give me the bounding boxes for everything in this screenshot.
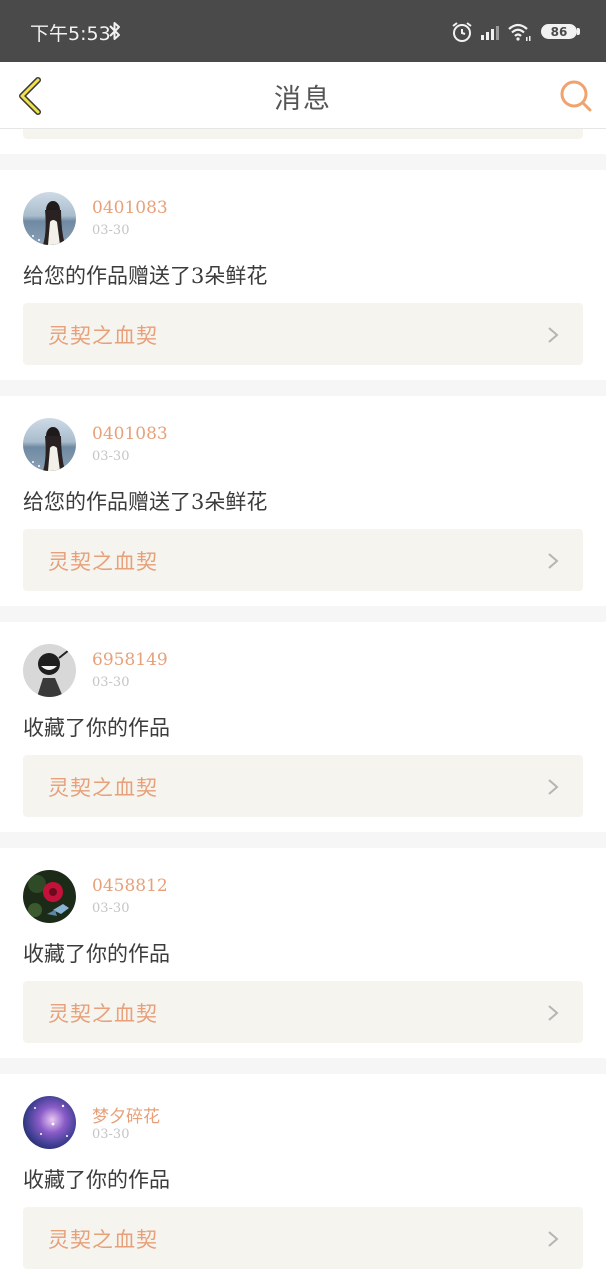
work-link[interactable]: 灵契之血契 <box>23 1207 583 1269</box>
work-title: 灵契之血契 <box>48 776 158 800</box>
work-link[interactable]: 灵契之血契 <box>23 981 583 1043</box>
username[interactable]: 梦夕碎花 <box>92 1102 160 1127</box>
message-card: 0458812 03-30 收藏了你的作品 灵契之血契 <box>0 848 606 1058</box>
username[interactable]: 0401083 <box>92 198 168 218</box>
message-date: 03-30 <box>92 449 130 464</box>
avatar[interactable] <box>23 192 76 245</box>
username[interactable]: 0401083 <box>92 424 168 444</box>
message-text: 给您的作品赠送了3朵鲜花 <box>23 490 268 514</box>
work-title: 灵契之血契 <box>48 1002 158 1026</box>
message-text: 收藏了你的作品 <box>23 716 170 740</box>
previous-message-card <box>0 129 606 154</box>
chevron-right-icon <box>547 778 559 800</box>
chevron-right-icon <box>547 552 559 574</box>
message-date: 03-30 <box>92 901 130 916</box>
message-date: 03-30 <box>92 675 130 690</box>
page-title: 消息 <box>274 84 332 115</box>
message-text: 给您的作品赠送了3朵鲜花 <box>23 264 268 288</box>
battery-tip <box>577 28 580 35</box>
work-title: 灵契之血契 <box>48 550 158 574</box>
signal-icon <box>480 24 502 44</box>
message-card: 0401083 03-30 给您的作品赠送了3朵鲜花 灵契之血契 <box>0 170 606 380</box>
username[interactable]: 0458812 <box>92 876 168 896</box>
message-text: 收藏了你的作品 <box>23 1168 170 1192</box>
message-text: 收藏了你的作品 <box>23 942 170 966</box>
status-time: 下午5:53 <box>30 23 111 45</box>
battery-icon: 86 <box>541 24 577 39</box>
avatar[interactable] <box>23 870 76 923</box>
avatar[interactable] <box>23 418 76 471</box>
chevron-right-icon <box>547 326 559 348</box>
work-link[interactable]: 灵契之血契 <box>23 303 583 365</box>
chevron-right-icon <box>547 1230 559 1252</box>
message-date: 03-30 <box>92 223 130 238</box>
work-link[interactable]: 灵契之血契 <box>23 529 583 591</box>
chevron-right-icon <box>547 1004 559 1026</box>
work-title: 灵契之血契 <box>48 1228 158 1252</box>
search-icon[interactable] <box>558 78 594 114</box>
message-card: 0401083 03-30 给您的作品赠送了3朵鲜花 灵契之血契 <box>0 396 606 606</box>
work-link[interactable]: 灵契之血契 <box>23 755 583 817</box>
avatar[interactable] <box>23 1096 76 1149</box>
previous-work-link[interactable] <box>23 129 583 139</box>
message-date: 03-30 <box>92 1127 130 1142</box>
message-card: 6958149 03-30 收藏了你的作品 灵契之血契 <box>0 622 606 832</box>
alarm-icon <box>451 21 473 47</box>
status-bar: 下午5:53 86 <box>0 0 606 62</box>
message-card: 梦夕碎花 03-30 收藏了你的作品 灵契之血契 <box>0 1074 606 1284</box>
username[interactable]: 6958149 <box>92 650 168 670</box>
nav-bar: 消息 <box>0 62 606 129</box>
bluetooth-icon <box>108 20 122 46</box>
wifi-icon <box>507 22 533 46</box>
work-title: 灵契之血契 <box>48 324 158 348</box>
avatar[interactable] <box>23 644 76 697</box>
